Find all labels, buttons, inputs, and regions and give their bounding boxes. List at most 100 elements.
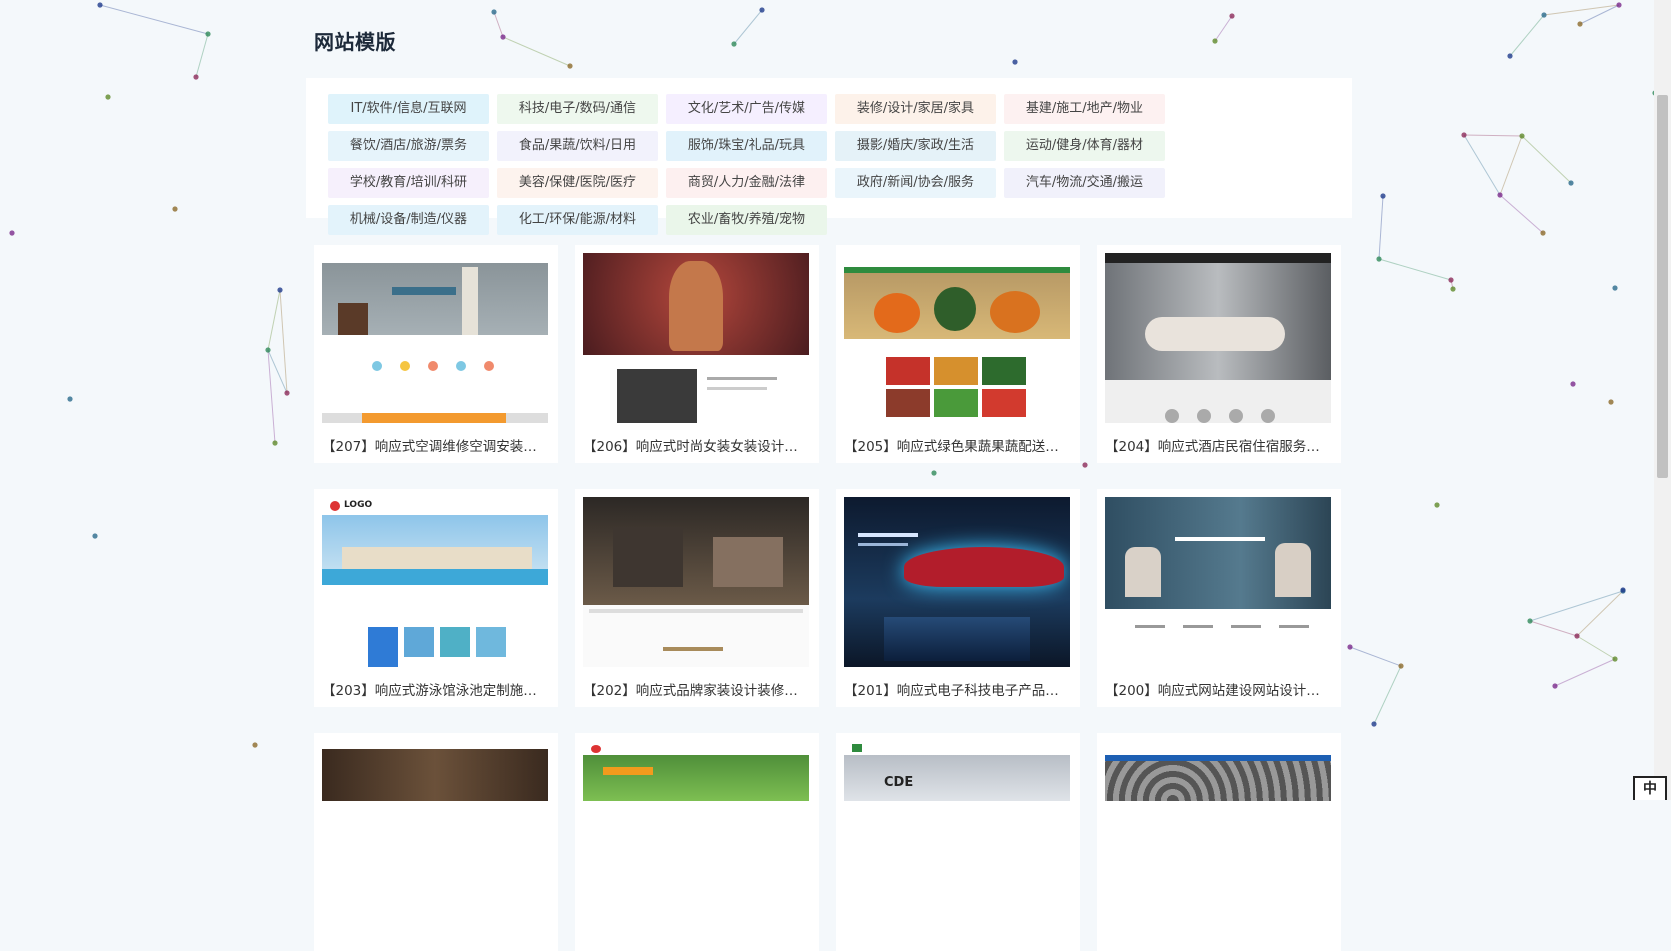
template-title[interactable]: 【203】响应式游泳馆泳池定制施工类网站 (322, 679, 550, 699)
template-card[interactable]: CDE (836, 733, 1080, 951)
template-thumbnail[interactable] (322, 253, 548, 423)
template-thumbnail[interactable]: LOGO (322, 497, 548, 667)
network-dot (1570, 381, 1576, 387)
network-dot (1212, 38, 1218, 44)
network-dot (1541, 12, 1547, 18)
category-tag[interactable]: 化工/环保/能源/材料 (497, 205, 658, 235)
network-dot (105, 94, 111, 100)
template-thumbnail[interactable]: CDE (844, 741, 1070, 801)
network-dot (284, 390, 290, 396)
template-thumbnail[interactable] (1105, 253, 1331, 423)
template-thumbnail[interactable] (844, 253, 1070, 423)
network-line (733, 9, 763, 45)
template-card[interactable]: 【204】响应式酒店民宿住宿服务类网站 (1097, 245, 1341, 463)
template-card[interactable]: 【206】响应式时尚女装女装设计服装类网站 (575, 245, 819, 463)
category-tag[interactable]: 文化/艺术/广告/传媒 (666, 94, 827, 124)
category-tag[interactable]: 装修/设计/家居/家具 (835, 94, 996, 124)
network-dot (1507, 53, 1513, 59)
template-card[interactable] (1097, 733, 1341, 951)
template-title[interactable]: 【207】响应式空调维修空调安装服务类网站 (322, 435, 550, 455)
network-dot (1380, 193, 1386, 199)
template-thumbnail[interactable] (322, 741, 548, 801)
template-thumbnail[interactable] (583, 497, 809, 667)
network-line (1373, 665, 1402, 725)
category-tag[interactable]: 机械/设备/制造/仪器 (328, 205, 489, 235)
category-tag[interactable]: 汽车/物流/交通/搬运 (1004, 168, 1165, 198)
template-card[interactable]: LOGO 【203】响应式游泳馆泳池定制施工类网站 (314, 489, 558, 707)
network-line (502, 36, 571, 67)
network-line (1521, 135, 1572, 184)
network-dot (193, 74, 199, 80)
network-line (1463, 134, 1523, 137)
network-dot (1608, 399, 1614, 405)
template-title[interactable]: 【201】响应式电子科技电子产品类网站 (844, 679, 1072, 699)
network-dot (67, 396, 73, 402)
network-dot (1574, 633, 1580, 639)
category-tag[interactable]: 摄影/婚庆/家政/生活 (835, 131, 996, 161)
template-thumbnail[interactable] (844, 497, 1070, 667)
network-line (493, 11, 504, 38)
network-dot (172, 206, 178, 212)
logo-label: LOGO (344, 500, 373, 510)
category-panel: IT/软件/信息/互联网 科技/电子/数码/通信 文化/艺术/广告/传媒 装修/设计/… (306, 78, 1352, 235)
cde-label: CDE (884, 775, 914, 790)
template-card[interactable]: 【200】响应式网站建设网站设计类网站 (1097, 489, 1341, 707)
network-dot (1376, 256, 1382, 262)
category-tag[interactable]: 学校/教育/培训/科研 (328, 168, 489, 198)
category-tag[interactable]: 农业/畜牧/养殖/宠物 (666, 205, 827, 235)
template-title[interactable]: 【205】响应式绿色果蔬果蔬配送食品类网站 (844, 435, 1072, 455)
network-line (1463, 134, 1501, 196)
network-dot (1434, 502, 1440, 508)
network-dot (1620, 587, 1626, 593)
template-title[interactable]: 【202】响应式品牌家装设计装修类网站 (583, 679, 811, 699)
template-thumbnail[interactable] (583, 253, 809, 423)
network-dot (1448, 277, 1454, 283)
network-dot (1347, 644, 1353, 650)
template-thumbnail[interactable] (1105, 497, 1331, 667)
category-tag[interactable]: 食品/果蔬/饮料/日用 (497, 131, 658, 161)
page-title: 网站模版 (314, 30, 396, 54)
category-tag[interactable]: 运动/健身/体育/器材 (1004, 131, 1165, 161)
network-dot (1371, 721, 1377, 727)
network-line (1499, 135, 1523, 196)
template-card[interactable]: 【201】响应式电子科技电子产品类网站 (836, 489, 1080, 707)
template-card[interactable] (575, 733, 819, 951)
template-thumbnail[interactable] (583, 741, 809, 801)
network-dot (277, 287, 283, 293)
category-tag[interactable]: 服饰/珠宝/礼品/玩具 (666, 131, 827, 161)
network-dot (1519, 133, 1525, 139)
network-dot (272, 440, 278, 446)
network-line (195, 33, 209, 78)
network-dot (1497, 192, 1503, 198)
network-dot (1577, 21, 1583, 27)
category-tag[interactable]: 政府/新闻/协会/服务 (835, 168, 996, 198)
network-line (1378, 195, 1384, 260)
network-dot (1229, 13, 1235, 19)
category-tag[interactable]: 美容/保健/医院/医疗 (497, 168, 658, 198)
category-tag[interactable]: IT/软件/信息/互联网 (328, 94, 489, 124)
template-title[interactable]: 【204】响应式酒店民宿住宿服务类网站 (1105, 435, 1333, 455)
network-dot (567, 63, 573, 69)
network-line (1378, 258, 1452, 281)
template-card[interactable] (314, 733, 558, 951)
network-dot (97, 2, 103, 8)
template-title[interactable]: 【200】响应式网站建设网站设计类网站 (1105, 679, 1333, 699)
template-card[interactable]: 【202】响应式品牌家装设计装修类网站 (575, 489, 819, 707)
network-dot (265, 347, 271, 353)
category-tag[interactable]: 基建/施工/地产/物业 (1004, 94, 1165, 124)
network-line (267, 289, 281, 351)
network-line (1349, 646, 1402, 667)
scrollbar-thumb[interactable] (1657, 95, 1668, 478)
template-title[interactable]: 【206】响应式时尚女装女装设计服装类网站 (583, 435, 811, 455)
network-dot (931, 470, 937, 476)
scrollbar[interactable] (1654, 0, 1671, 800)
network-dot (205, 31, 211, 37)
category-tag[interactable]: 科技/电子/数码/通信 (497, 94, 658, 124)
category-tag[interactable]: 餐饮/酒店/旅游/票务 (328, 131, 489, 161)
network-dot (1461, 132, 1467, 138)
language-toggle-button[interactable]: 中 (1633, 776, 1667, 800)
template-card[interactable]: 【205】响应式绿色果蔬果蔬配送食品类网站 (836, 245, 1080, 463)
category-tag[interactable]: 商贸/人力/金融/法律 (666, 168, 827, 198)
template-card[interactable]: 【207】响应式空调维修空调安装服务类网站 (314, 245, 558, 463)
template-thumbnail[interactable] (1105, 741, 1331, 801)
